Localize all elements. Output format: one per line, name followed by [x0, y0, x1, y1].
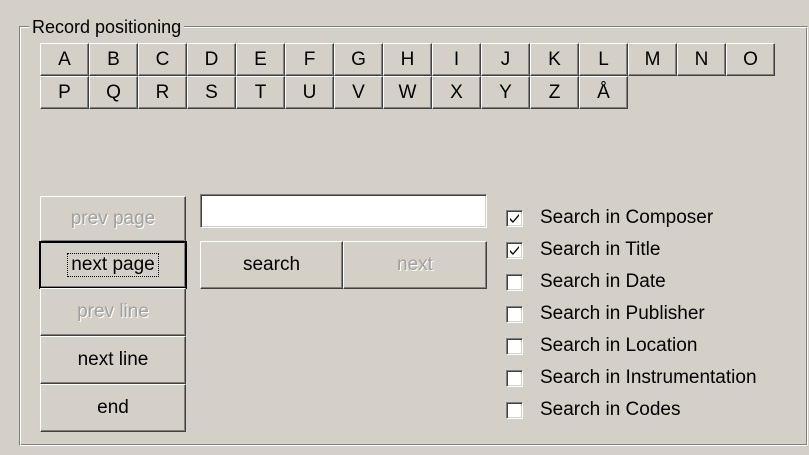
checkmark-icon [510, 213, 519, 223]
search-option-label: Search in Publisher [540, 303, 705, 324]
letter-button-y[interactable]: Y [481, 76, 530, 109]
search-option-label: Search in Instrumentation [540, 367, 757, 388]
search-option-label: Search in Location [540, 335, 698, 356]
letter-button-b[interactable]: B [89, 43, 138, 76]
next-page-button[interactable]: next page [39, 241, 187, 289]
letter-button-s[interactable]: S [187, 76, 236, 109]
prev-page-button[interactable]: prev page [40, 196, 186, 242]
next-page-label: next page [67, 253, 159, 277]
letter-button-h[interactable]: H [383, 43, 432, 76]
letter-button-v[interactable]: V [334, 76, 383, 109]
search-option-label: Search in Composer [540, 207, 714, 228]
letter-button-f[interactable]: F [285, 43, 334, 76]
letter-button-e[interactable]: E [236, 43, 285, 76]
letter-button-k[interactable]: K [530, 43, 579, 76]
letter-button-l[interactable]: L [579, 43, 628, 76]
letter-button-å[interactable]: Å [579, 76, 628, 109]
search-option[interactable]: Search in Publisher [506, 299, 705, 329]
letter-button-j[interactable]: J [481, 43, 530, 76]
checkbox[interactable] [506, 241, 523, 259]
letter-button-d[interactable]: D [187, 43, 236, 76]
checkbox[interactable] [506, 401, 523, 419]
search-option[interactable]: Search in Codes [506, 395, 680, 425]
end-button[interactable]: end [40, 384, 186, 432]
search-button[interactable]: search [200, 241, 343, 289]
prev-line-button[interactable]: prev line [40, 288, 186, 336]
checkmark-icon [510, 245, 519, 255]
checkbox[interactable] [506, 337, 523, 355]
checkbox[interactable] [506, 273, 523, 291]
search-option[interactable]: Search in Location [506, 331, 697, 361]
group-title: Record positioning [29, 16, 185, 38]
letter-button-c[interactable]: C [138, 43, 187, 76]
letter-button-a[interactable]: A [40, 43, 89, 76]
search-option[interactable]: Search in Date [506, 267, 666, 297]
letter-button-g[interactable]: G [334, 43, 383, 76]
letter-button-r[interactable]: R [138, 76, 187, 109]
next-button[interactable]: next [343, 241, 487, 289]
letter-button-m[interactable]: M [628, 43, 677, 76]
letter-button-n[interactable]: N [677, 43, 726, 76]
checkbox[interactable] [506, 209, 523, 227]
letter-button-i[interactable]: I [432, 43, 481, 76]
search-option[interactable]: Search in Title [506, 235, 660, 265]
search-option[interactable]: Search in Composer [506, 203, 713, 233]
next-line-button[interactable]: next line [40, 336, 186, 384]
letter-button-o[interactable]: O [726, 43, 775, 76]
checkbox[interactable] [506, 305, 523, 323]
letter-button-u[interactable]: U [285, 76, 334, 109]
search-option-label: Search in Title [540, 239, 661, 260]
letter-button-q[interactable]: Q [89, 76, 138, 109]
letter-button-x[interactable]: X [432, 76, 481, 109]
search-option-label: Search in Codes [540, 399, 681, 420]
letter-button-w[interactable]: W [383, 76, 432, 109]
search-option-label: Search in Date [540, 271, 666, 292]
letter-button-t[interactable]: T [236, 76, 285, 109]
checkbox[interactable] [506, 369, 523, 387]
letter-button-z[interactable]: Z [530, 76, 579, 109]
search-option[interactable]: Search in Instrumentation [506, 363, 757, 393]
search-input[interactable] [200, 194, 487, 228]
letter-button-p[interactable]: P [40, 76, 89, 109]
